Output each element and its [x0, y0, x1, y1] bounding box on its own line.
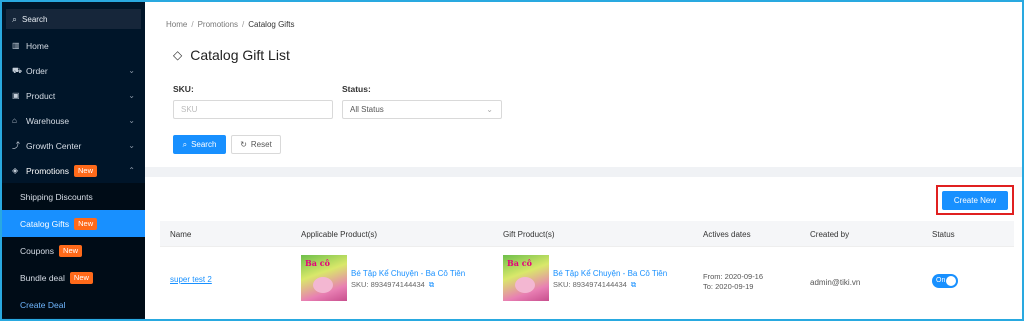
product-sku: SKU: 8934974144434	[553, 280, 627, 289]
main-content: Home / Promotions / Catalog Gifts ◇ Catalog …	[145, 2, 1022, 319]
sku-label: SKU:	[173, 84, 194, 94]
sidebar-subitem-create-deal[interactable]: Create Deal	[2, 291, 145, 318]
tag-icon: ◈	[12, 166, 19, 175]
create-new-button[interactable]: Create New	[942, 190, 1008, 210]
status-label: Status:	[342, 84, 371, 94]
sidebar-item-label: Home	[26, 40, 49, 51]
active-dates: From: 2020-09-16 To: 2020-09-19	[703, 272, 763, 292]
sidebar-item-order[interactable]: ⛟ Order ⌄	[2, 58, 145, 83]
sidebar-item-label: Order	[26, 65, 48, 76]
chevron-down-icon: ⌄	[128, 116, 135, 125]
chevron-down-icon: ⌄	[128, 66, 135, 75]
col-gift-products: Gift Product(s)	[503, 230, 555, 239]
status-select-value: All Status	[350, 105, 384, 114]
sidebar-subitem-coupons[interactable]: Coupons New	[2, 237, 145, 264]
product-sku: SKU: 8934974144434	[351, 280, 425, 289]
reset-button[interactable]: ↻ Reset	[231, 135, 281, 154]
col-applicable-products: Applicable Product(s)	[301, 230, 378, 239]
gift-product: Ba cô Bé Tập Kể Chuyện - Ba Cô Tiên SKU:…	[503, 255, 667, 301]
book-logo: Ba cô	[507, 258, 532, 268]
sidebar-item-promotions[interactable]: ◈ Promotions New ⌃	[2, 158, 145, 183]
sidebar-subitem-catalog-gifts[interactable]: Catalog Gifts New	[2, 210, 145, 237]
create-button-highlight: Create New	[936, 185, 1014, 215]
breadcrumb-current: Catalog Gifts	[248, 20, 295, 29]
breadcrumb-separator: /	[242, 20, 245, 29]
product-thumbnail[interactable]: Ba cô	[301, 255, 347, 301]
sidebar: ⌕ Search ▥ Home ⛟ Order ⌄ ▣ Product ⌄ ⌂ …	[2, 2, 145, 319]
flower-illustration	[515, 277, 535, 293]
sku-input[interactable]: SKU	[173, 100, 333, 119]
product-title[interactable]: Bé Tập Kể Chuyện - Ba Cô Tiên	[351, 269, 465, 278]
status-select[interactable]: All Status ⌄	[342, 100, 502, 119]
search-icon: ⌕	[182, 139, 188, 149]
reset-button-label: Reset	[250, 140, 272, 149]
col-created-by: Created by	[810, 230, 850, 239]
breadcrumb: Home / Promotions / Catalog Gifts	[166, 20, 295, 29]
catalog-gift-name-link[interactable]: super test 2	[170, 275, 212, 284]
status-toggle[interactable]: On	[932, 274, 958, 288]
new-badge: New	[69, 271, 93, 284]
col-status: Status	[932, 230, 955, 239]
search-button[interactable]: ⌕ Search	[173, 135, 226, 154]
chart-icon: ▥	[12, 41, 20, 50]
growth-icon: ⤴	[12, 141, 20, 150]
sidebar-subitem-bundle-deal[interactable]: Bundle deal New	[2, 264, 145, 291]
col-name: Name	[170, 230, 192, 239]
flower-illustration	[313, 277, 333, 293]
breadcrumb-home[interactable]: Home	[166, 20, 187, 29]
cart-icon: ⛟	[12, 65, 23, 75]
search-icon: ⌕	[12, 13, 18, 24]
sidebar-item-warehouse[interactable]: ⌂ Warehouse ⌄	[2, 108, 145, 133]
book-logo: Ba cô	[305, 258, 330, 268]
new-badge: New	[74, 164, 98, 177]
date-from: From: 2020-09-16	[703, 272, 764, 281]
sidebar-subitem-label: Create Deal	[20, 299, 66, 310]
status-toggle-label: On	[936, 277, 946, 284]
page-title-row: ◇ Catalog Gift List	[173, 47, 290, 63]
new-badge: New	[74, 217, 98, 230]
sidebar-item-label: Promotions	[26, 165, 69, 176]
sidebar-subitem-label: Bundle deal	[20, 272, 65, 283]
sidebar-subitem-label: Shipping Discounts	[20, 191, 93, 202]
chevron-down-icon: ⌄	[128, 91, 135, 100]
created-by: admin@tiki.vn	[810, 278, 861, 287]
date-to: To: 2020-09-19	[703, 282, 754, 291]
search-button-label: Search	[191, 140, 217, 149]
sidebar-search[interactable]: ⌕ Search	[6, 9, 141, 29]
sidebar-item-growth-center[interactable]: ⤴ Growth Center ⌄	[2, 133, 145, 158]
product-title[interactable]: Bé Tập Kể Chuyện - Ba Cô Tiên	[553, 269, 667, 278]
page-title: Catalog Gift List	[190, 47, 290, 63]
copy-icon[interactable]: ⧉	[429, 280, 434, 289]
filter-card: Home / Promotions / Catalog Gifts ◇ Catalog …	[145, 2, 1022, 167]
table-header: Name Applicable Product(s) Gift Product(…	[160, 221, 1014, 247]
sidebar-item-home[interactable]: ▥ Home	[2, 33, 145, 58]
sidebar-subitem-shipping-discounts[interactable]: Shipping Discounts	[2, 183, 145, 210]
sidebar-subitem-label: Coupons	[20, 245, 55, 256]
sidebar-subitem-label: Catalog Gifts	[20, 218, 70, 229]
chevron-up-icon: ⌃	[128, 166, 135, 175]
new-badge: New	[59, 244, 83, 257]
product-thumbnail[interactable]: Ba cô	[503, 255, 549, 301]
col-active-dates: Actives dates	[703, 230, 751, 239]
sidebar-item-label: Warehouse	[26, 115, 70, 126]
copy-icon[interactable]: ⧉	[631, 280, 636, 289]
app-window: ⌕ Search ▥ Home ⛟ Order ⌄ ▣ Product ⌄ ⌂ …	[2, 2, 1022, 319]
reset-icon: ↻	[240, 140, 247, 149]
breadcrumb-promotions[interactable]: Promotions	[198, 20, 238, 29]
sidebar-item-product[interactable]: ▣ Product ⌄	[2, 83, 145, 108]
sidebar-search-label: Search	[22, 14, 48, 24]
tag-icon: ◇	[173, 48, 183, 62]
sidebar-item-label: Growth Center	[26, 140, 82, 151]
chevron-down-icon: ⌄	[486, 105, 493, 114]
breadcrumb-separator: /	[191, 20, 194, 29]
chevron-down-icon: ⌄	[128, 141, 135, 150]
toggle-knob	[946, 276, 956, 286]
warehouse-icon: ⌂	[12, 116, 17, 125]
box-icon: ▣	[12, 91, 20, 100]
table-row: super test 2 Ba cô Bé Tập Kể Chuyện - Ba…	[160, 247, 1014, 317]
sku-placeholder: SKU	[181, 105, 198, 114]
sidebar-item-label: Product	[26, 90, 56, 101]
applicable-product: Ba cô Bé Tập Kể Chuyện - Ba Cô Tiên SKU:…	[301, 255, 465, 301]
list-card: Create New Name Applicable Product(s) Gi…	[145, 177, 1022, 319]
